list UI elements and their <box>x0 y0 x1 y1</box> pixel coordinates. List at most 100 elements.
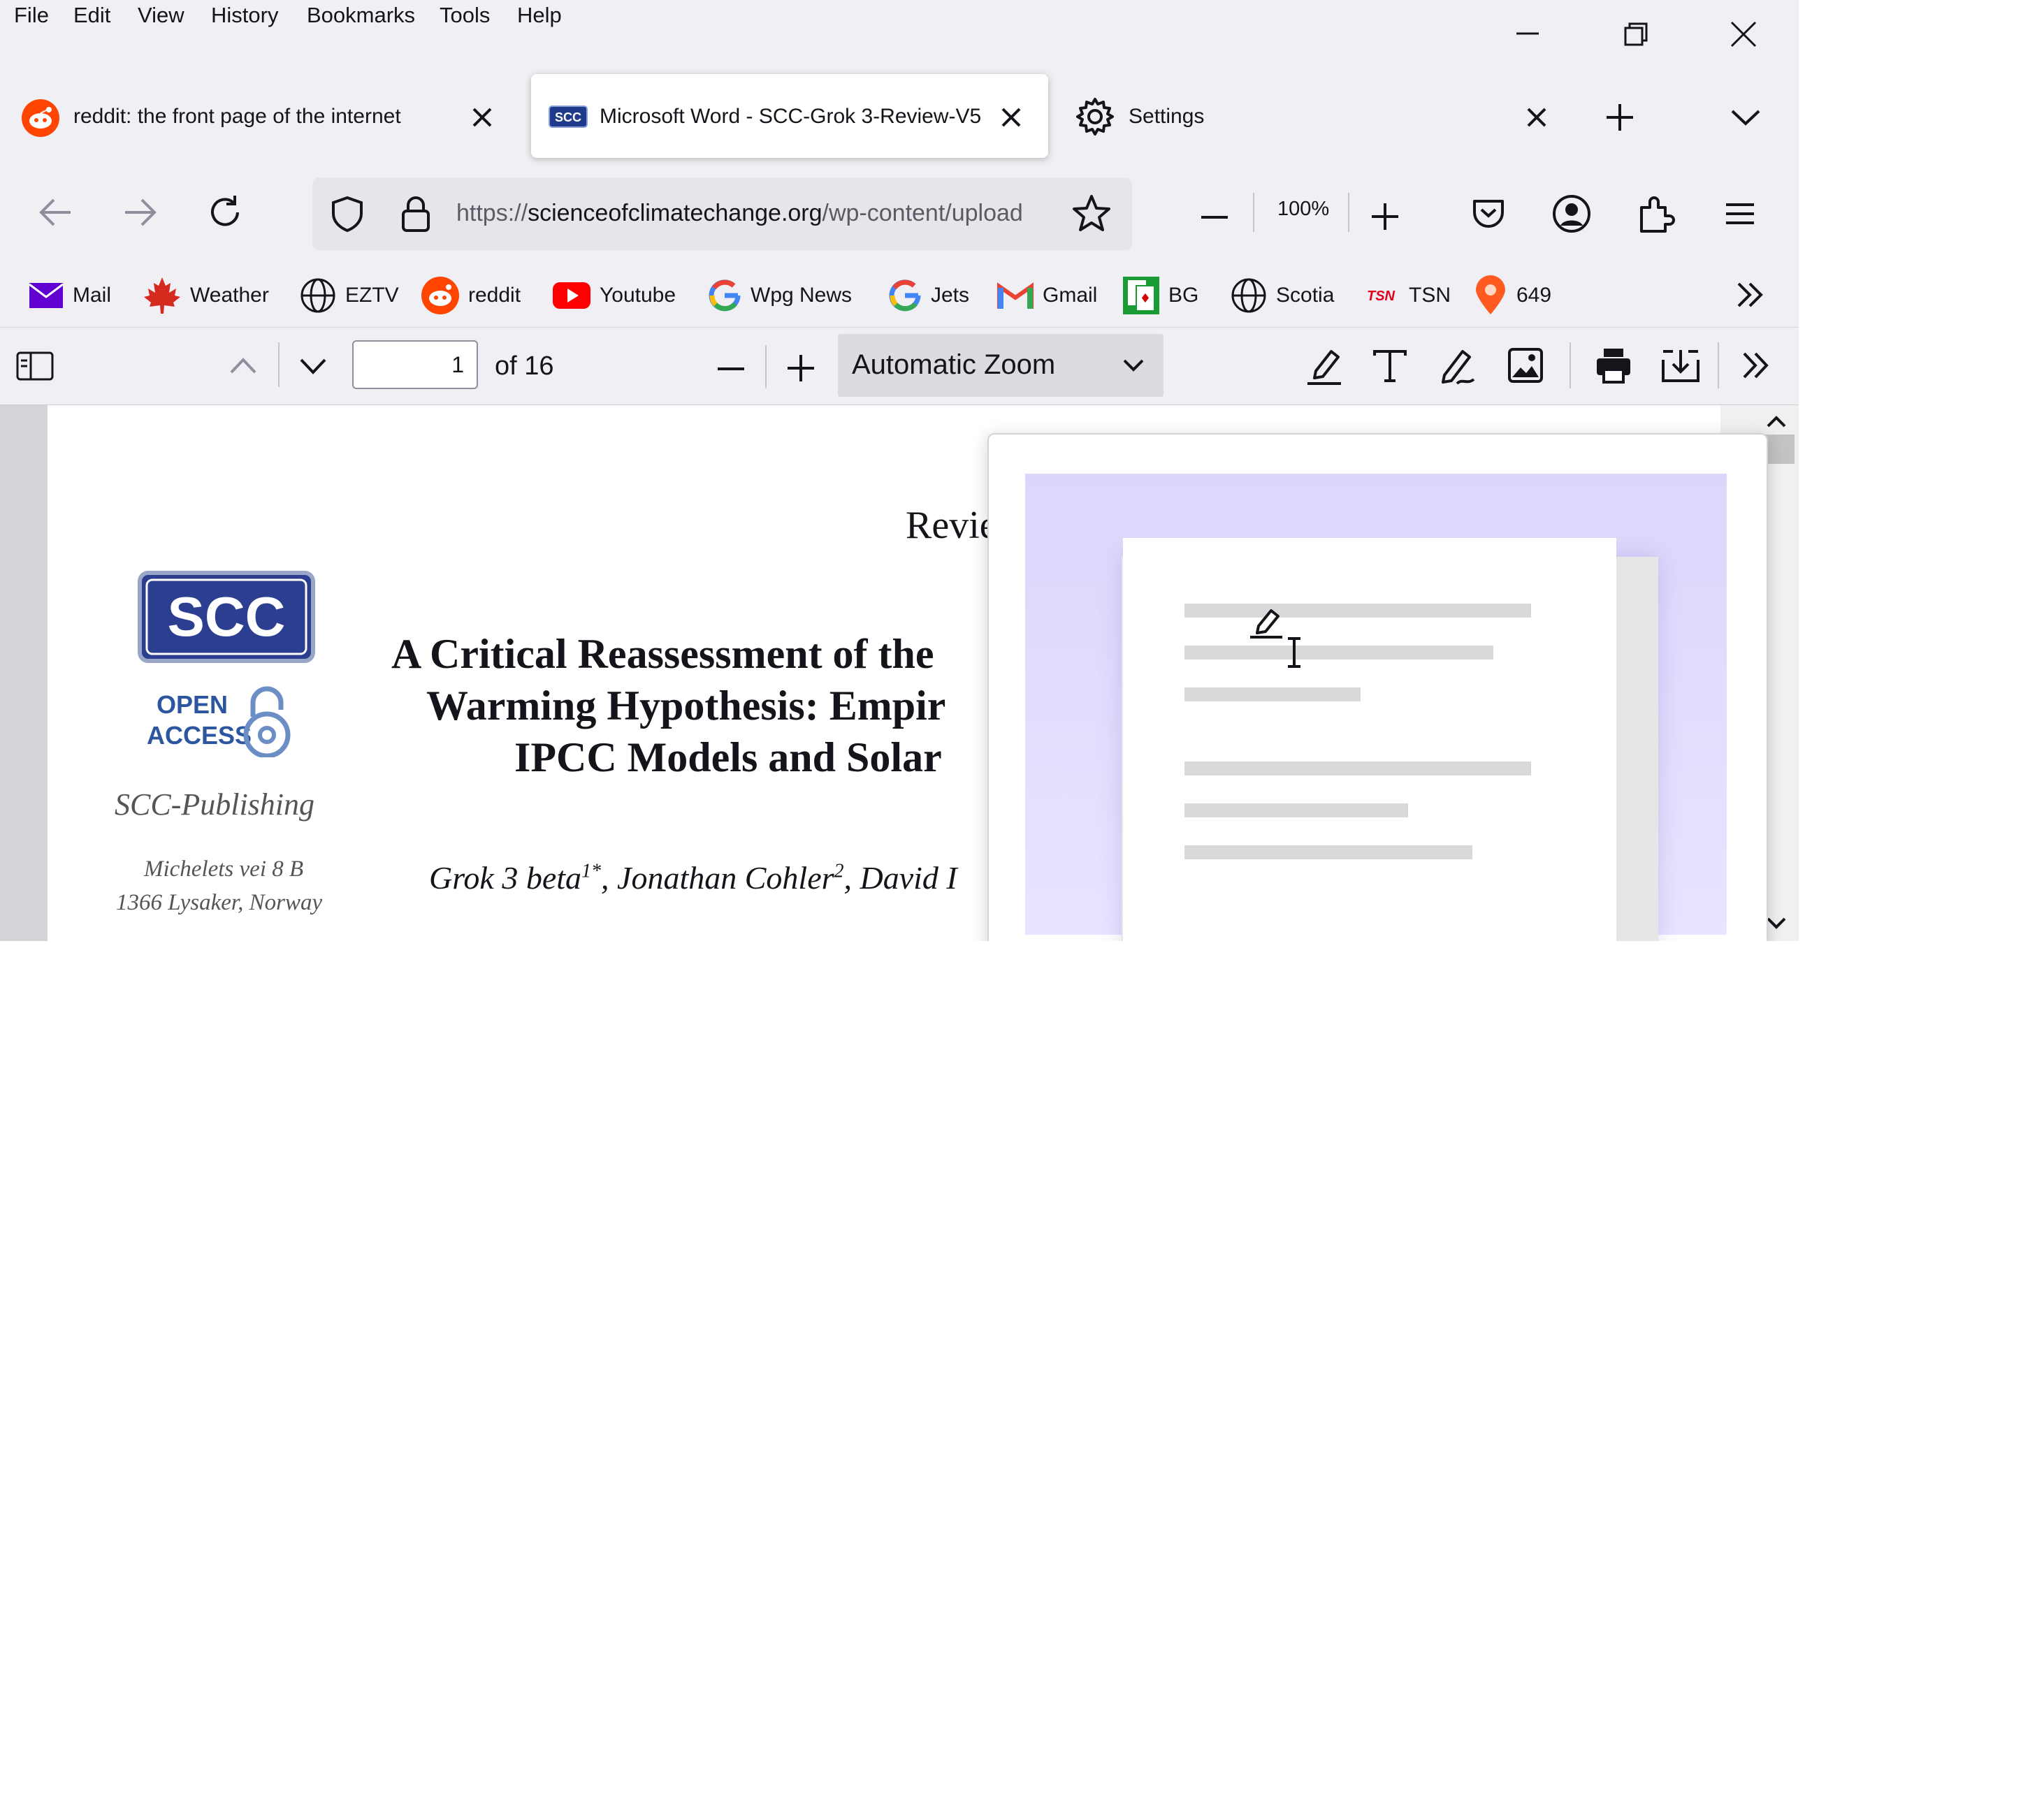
bookmark-weather[interactable]: Weather <box>143 275 269 316</box>
bookmark-wpg-news[interactable]: Wpg News <box>707 275 852 316</box>
pdf-zoom-out-button[interactable] <box>711 347 751 386</box>
reload-icon <box>211 196 239 226</box>
menu-file[interactable]: File <box>14 3 49 28</box>
bookmark-star-icon[interactable] <box>1071 193 1112 235</box>
shield-icon[interactable] <box>328 194 367 233</box>
bookmarks-overflow-button[interactable] <box>1729 274 1771 316</box>
arrow-right-icon <box>125 198 157 226</box>
tab-title: Microsoft Word - SCC-Grok 3-Review-V5 <box>600 105 982 128</box>
highlighter-icon <box>1307 350 1341 385</box>
menu-tools[interactable]: Tools <box>440 3 490 28</box>
zoom-out-button[interactable] <box>1195 194 1234 233</box>
url-bar[interactable]: https://scienceofclimatechange.org/wp-co… <box>312 177 1132 250</box>
scrollbar-thumb[interactable] <box>1764 435 1795 464</box>
illustration-line <box>1184 604 1531 618</box>
next-page-button[interactable] <box>292 347 334 386</box>
bookmark-tsn[interactable]: TSN TSN <box>1361 275 1451 316</box>
new-tab-button[interactable] <box>1597 95 1642 140</box>
url-path: /wp-content/upload <box>822 200 1023 226</box>
restore-button[interactable] <box>1613 13 1658 57</box>
bookmark-jets[interactable]: Jets <box>887 275 969 316</box>
globe-icon <box>300 278 335 313</box>
previous-page-button[interactable] <box>222 347 264 386</box>
address-line-2: 1366 Lysaker, Norway <box>116 890 323 915</box>
menu-view[interactable]: View <box>138 3 184 28</box>
url-text[interactable]: https://scienceofclimatechange.org/wp-co… <box>456 200 1057 227</box>
tab-scc-review[interactable]: SCC Microsoft Word - SCC-Grok 3-Review-V… <box>531 74 1048 158</box>
tools-overflow-button[interactable] <box>1733 342 1779 388</box>
menu-help[interactable]: Help <box>517 3 562 28</box>
extensions-button[interactable] <box>1635 193 1677 235</box>
close-window-button[interactable] <box>1720 13 1765 57</box>
zoom-select[interactable]: Automatic Zoom <box>838 334 1164 397</box>
tab-reddit[interactable]: reddit: the front page of the internet <box>0 74 517 158</box>
app-menu-button[interactable] <box>1719 193 1761 235</box>
menu-bookmarks[interactable]: Bookmarks <box>307 3 415 28</box>
maple-leaf-icon <box>144 277 180 314</box>
globe-icon <box>1231 278 1266 313</box>
title-line-1: A Critical Reassessment of the <box>391 631 934 677</box>
bookmark-label: Scotia <box>1276 284 1335 307</box>
access-label: ACCESS <box>147 721 252 750</box>
bookmark-gmail[interactable]: Gmail <box>996 275 1097 316</box>
save-button[interactable] <box>1658 342 1704 388</box>
illustration-line <box>1184 646 1493 659</box>
menu-history[interactable]: History <box>211 3 278 28</box>
forward-button[interactable] <box>117 190 162 235</box>
close-tab-icon[interactable] <box>467 102 498 133</box>
bookmark-649[interactable]: 649 <box>1473 275 1551 316</box>
lock-icon[interactable] <box>396 193 435 235</box>
google-icon <box>889 279 921 312</box>
bookmark-eztv[interactable]: EZTV <box>299 275 399 316</box>
back-button[interactable] <box>34 190 78 235</box>
draw-tool-button[interactable] <box>1434 342 1480 388</box>
minimize-button[interactable] <box>1505 13 1550 57</box>
map-pin-icon <box>1476 275 1505 314</box>
reddit-icon <box>421 277 459 314</box>
pen-icon <box>1442 350 1475 385</box>
chevron-down-icon <box>300 358 326 374</box>
text-icon <box>1373 350 1407 382</box>
close-tab-icon[interactable] <box>996 102 1027 133</box>
image-icon <box>1508 348 1543 383</box>
page-number-input[interactable]: 1 <box>352 340 478 389</box>
plus-icon <box>1372 203 1398 230</box>
scroll-up-icon[interactable] <box>1764 411 1789 432</box>
pocket-button[interactable] <box>1467 193 1509 235</box>
plus-icon <box>1607 104 1633 131</box>
download-icon <box>1662 350 1699 382</box>
menu-edit[interactable]: Edit <box>73 3 110 28</box>
image-tool-button[interactable] <box>1502 342 1549 388</box>
bookmark-scotia[interactable]: Scotia <box>1230 275 1334 316</box>
youtube-icon <box>553 282 590 309</box>
account-button[interactable] <box>1551 193 1593 235</box>
bookmark-mail[interactable]: Mail <box>28 275 111 316</box>
zoom-level-reset[interactable]: 100% <box>1277 198 1329 221</box>
open-label: OPEN <box>157 690 229 719</box>
bookmark-reddit[interactable]: reddit <box>421 275 521 316</box>
print-button[interactable] <box>1590 342 1637 388</box>
minus-icon <box>718 367 744 370</box>
reddit-icon <box>22 99 59 137</box>
zoom-in-button[interactable] <box>1364 194 1406 236</box>
sidebar-toggle-button[interactable] <box>13 345 57 387</box>
bookmark-label: EZTV <box>345 284 399 307</box>
account-icon <box>1553 195 1590 233</box>
list-all-tabs-button[interactable] <box>1723 95 1768 140</box>
text-tool-button[interactable] <box>1367 342 1413 388</box>
google-icon <box>709 279 741 312</box>
author-1-affiliation: 1* <box>581 860 602 882</box>
close-tab-icon[interactable] <box>1521 102 1552 133</box>
page-count-label: of 16 <box>495 351 554 381</box>
bookmark-bg[interactable]: ♦ BG <box>1122 275 1198 316</box>
pdf-zoom-in-button[interactable] <box>781 347 820 386</box>
bookmark-youtube[interactable]: Youtube <box>552 275 676 316</box>
bookmark-label: reddit <box>468 284 521 307</box>
reload-button[interactable] <box>203 190 247 235</box>
chevron-down-icon <box>1731 110 1760 126</box>
tab-settings[interactable]: Settings <box>1062 74 1565 158</box>
plus-icon <box>788 355 814 381</box>
highlight-tool-button[interactable] <box>1301 342 1347 388</box>
scc-icon: SCC <box>549 105 588 128</box>
url-host: scienceofclimatechange.org <box>528 200 822 226</box>
